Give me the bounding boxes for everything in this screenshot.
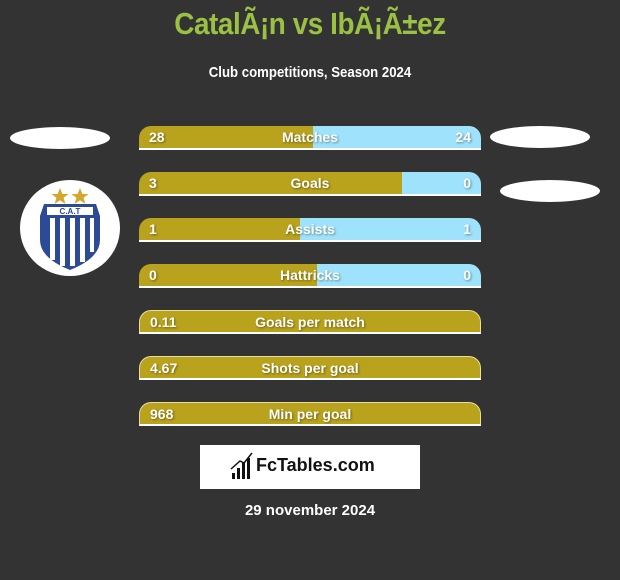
date: 29 november 2024 bbox=[244, 502, 376, 519]
stat-label: Shots per goal bbox=[261, 360, 359, 376]
left-value: 1 bbox=[149, 221, 157, 237]
crest-text: C.A.T bbox=[60, 207, 81, 216]
subtitle: Club competitions, Season 2024 bbox=[208, 64, 412, 81]
stat-row-min-per-goal: Min per goal 968 bbox=[139, 402, 481, 426]
right-value: 0 bbox=[463, 175, 471, 191]
stat-row-matches: Matches 28 24 bbox=[139, 126, 481, 150]
club-crest-icon: C.A.T bbox=[20, 180, 120, 276]
brand-banner[interactable]: FcTables.com bbox=[200, 445, 420, 489]
right-value: 1 bbox=[463, 221, 471, 237]
brand-name: FcTables.com bbox=[256, 455, 375, 475]
left-value: 4.67 bbox=[150, 360, 178, 376]
stat-row-shots-per-goal: Shots per goal 4.67 bbox=[139, 356, 481, 380]
page-title: CatalÃ¡n vs IbÃ¡Ã±ez bbox=[174, 6, 446, 41]
stat-row-assists: Assists 1 1 bbox=[139, 218, 481, 242]
right-team-placeholder bbox=[490, 126, 590, 148]
left-value: 968 bbox=[150, 406, 174, 422]
bar-chart-icon bbox=[230, 452, 253, 479]
stat-row-hattricks: Hattricks 0 0 bbox=[139, 264, 481, 288]
stat-label: Hattricks bbox=[280, 267, 340, 283]
left-value: 0.11 bbox=[150, 314, 177, 330]
right-value: 24 bbox=[455, 129, 471, 145]
stat-label: Goals per match bbox=[255, 314, 365, 330]
left-value: 3 bbox=[149, 175, 157, 191]
stat-label: Matches bbox=[281, 129, 339, 145]
left-value: 0 bbox=[149, 267, 157, 283]
stat-row-goals-per-match: Goals per match 0.11 bbox=[139, 310, 481, 334]
stat-row-goals: Goals 3 0 bbox=[139, 172, 481, 196]
left-team-placeholder bbox=[10, 127, 110, 149]
stat-label: Goals bbox=[290, 175, 330, 191]
right-value: 0 bbox=[463, 267, 471, 283]
right-team-placeholder-2 bbox=[500, 180, 600, 202]
left-value: 28 bbox=[149, 129, 165, 145]
stat-label: Assists bbox=[285, 221, 335, 237]
stat-label: Min per goal bbox=[268, 406, 352, 422]
